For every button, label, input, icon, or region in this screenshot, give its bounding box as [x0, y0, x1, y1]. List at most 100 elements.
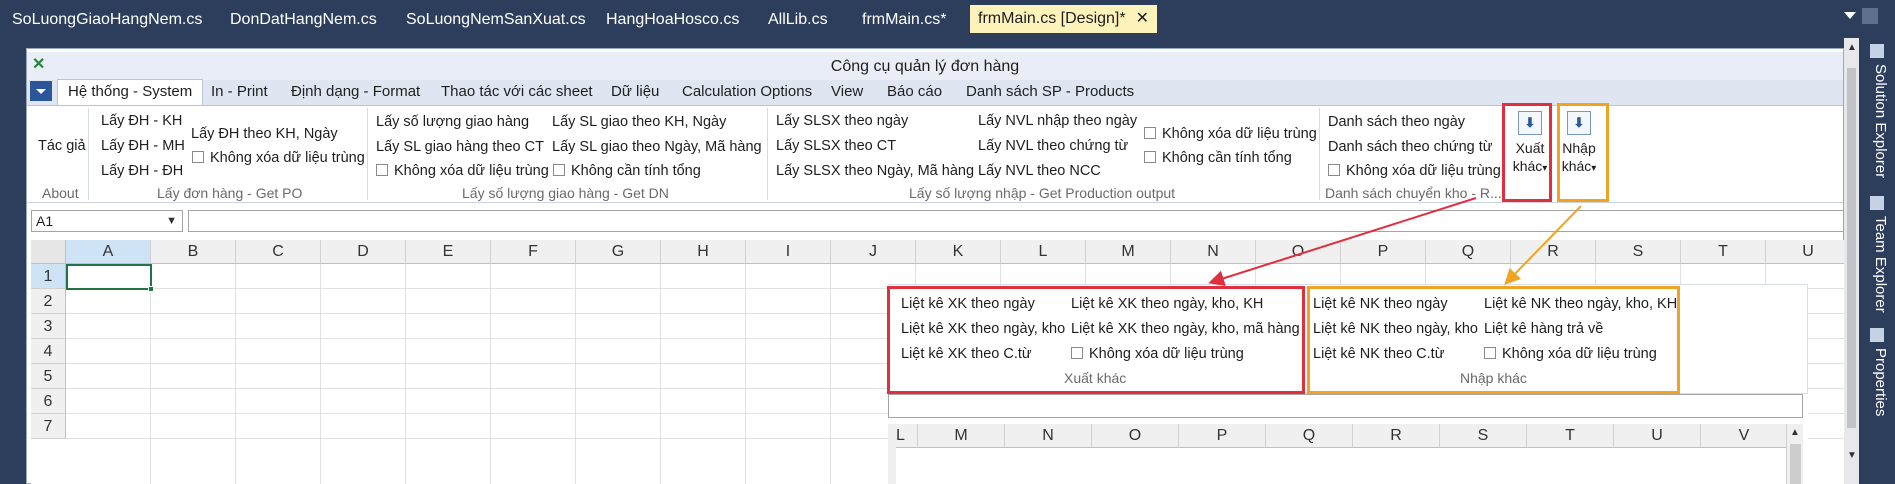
scroll-up-icon[interactable]: ▲	[1790, 427, 1800, 438]
production-khong-xoa-checkbox[interactable]: Không xóa dữ liệu trùng	[1144, 126, 1317, 142]
row-header-3[interactable]: 3	[31, 314, 66, 339]
column-header-n[interactable]: N	[1171, 240, 1256, 264]
chevron-down-icon[interactable]: ▼	[166, 215, 177, 227]
column-header-s[interactable]: S	[1596, 240, 1681, 264]
side-tab-properties[interactable]: Properties	[1867, 328, 1889, 416]
scroll-thumb[interactable]	[1790, 444, 1801, 484]
tab-calculation-options[interactable]: Calculation Options	[682, 83, 812, 100]
designer-vertical-scrollbar[interactable]: ▲ ▼	[1844, 38, 1859, 484]
lay-sl-giao-theo-ngay-ma-hang-button[interactable]: Lấy SL giao theo Ngày, Mã hàng	[552, 139, 762, 155]
column-header-o[interactable]: O	[1256, 240, 1341, 264]
lay-dh-kh-button[interactable]: Lấy ĐH - KH	[101, 113, 182, 129]
tab-danh-sach-sp-products[interactable]: Danh sách SP - Products	[966, 83, 1134, 100]
tab-thao-tac-sheet[interactable]: Thao tác với các sheet	[441, 83, 593, 100]
column-header-i[interactable]: I	[746, 240, 831, 264]
lay-sl-giao-theo-kh-ngay-button[interactable]: Lấy SL giao theo KH, Ngày	[552, 114, 726, 130]
select-all-corner[interactable]	[31, 240, 66, 264]
get-dn-khong-can-tinh-tong-checkbox[interactable]: Không cần tính tổng	[553, 163, 701, 179]
lay-dh-mh-button[interactable]: Lấy ĐH - MH	[101, 138, 185, 154]
row-header-6[interactable]: 6	[31, 389, 66, 414]
zoom-column-header-s[interactable]: S	[1440, 424, 1527, 448]
side-tab-solution-explorer[interactable]: Solution Explorer	[1867, 44, 1889, 178]
scroll-up-icon[interactable]: ▲	[1847, 42, 1857, 53]
lay-sl-giao-hang-theo-ct-button[interactable]: Lấy SL giao hàng theo CT	[376, 139, 544, 155]
zoom-column-header-r[interactable]: R	[1353, 424, 1440, 448]
column-header-e[interactable]: E	[406, 240, 491, 264]
zoom-column-header-p[interactable]: P	[1179, 424, 1266, 448]
checkbox-box[interactable]	[192, 151, 204, 163]
column-header-c[interactable]: C	[236, 240, 321, 264]
checkbox-box[interactable]	[1144, 127, 1156, 139]
get-po-khong-xoa-checkbox[interactable]: Không xóa dữ liệu trùng	[192, 150, 365, 166]
tab-overflow-chevron-down-icon[interactable]	[1844, 12, 1856, 19]
doc-tab-soluonggiaohangnem[interactable]: SoLuongGiaoHangNem.cs	[12, 9, 202, 31]
formula-input[interactable]	[188, 210, 1844, 232]
lay-dh-dh-button[interactable]: Lấy ĐH - ĐH	[101, 163, 183, 179]
doc-tab-frmmain-design[interactable]: frmMain.cs [Design]* ✕	[970, 5, 1157, 33]
tab-in-print[interactable]: In - Print	[211, 83, 268, 100]
zoom-column-header-t[interactable]: T	[1527, 424, 1614, 448]
row-header-4[interactable]: 4	[31, 339, 66, 364]
zoom-column-header-l[interactable]: L	[896, 424, 918, 448]
lay-slsx-theo-ct-button[interactable]: Lấy SLSX theo CT	[776, 138, 896, 154]
column-header-t[interactable]: T	[1681, 240, 1766, 264]
column-header-k[interactable]: K	[916, 240, 1001, 264]
zoom-column-header-n[interactable]: N	[1005, 424, 1092, 448]
column-header-q[interactable]: Q	[1426, 240, 1511, 264]
column-header-p[interactable]: P	[1341, 240, 1426, 264]
tab-bao-cao[interactable]: Báo cáo	[887, 83, 942, 100]
row-header-2[interactable]: 2	[31, 289, 66, 314]
zoom-vertical-scrollbar[interactable]: ▲	[1786, 424, 1803, 484]
lay-dh-theo-kh-ngay-button[interactable]: Lấy ĐH theo KH, Ngày	[191, 126, 338, 142]
tab-he-thong-system[interactable]: Hệ thống - System	[57, 79, 204, 105]
fill-handle[interactable]	[148, 286, 154, 292]
zoom-column-header-q[interactable]: Q	[1266, 424, 1353, 448]
column-header-f[interactable]: F	[491, 240, 576, 264]
column-header-l[interactable]: L	[1001, 240, 1086, 264]
production-khong-can-tinh-tong-checkbox[interactable]: Không cần tính tổng	[1144, 150, 1292, 166]
lay-so-luong-giao-hang-button[interactable]: Lấy số lượng giao hàng	[376, 114, 529, 130]
doc-tab-soluongnemsanxuat[interactable]: SoLuongNemSanXuat.cs	[406, 9, 586, 31]
column-header-j[interactable]: J	[831, 240, 916, 264]
doc-tab-alllib[interactable]: AllLib.cs	[768, 9, 828, 31]
danh-sach-theo-chung-tu-button[interactable]: Danh sách theo chứng từ	[1328, 139, 1493, 155]
lay-nvl-nhap-theo-ngay-button[interactable]: Lấy NVL nhập theo ngày	[978, 113, 1137, 129]
zoom-formula-input[interactable]	[888, 394, 1803, 418]
lay-slsx-theo-ngay-button[interactable]: Lấy SLSX theo ngày	[776, 113, 908, 129]
lay-slsx-theo-ngay-ma-hang-button[interactable]: Lấy SLSX theo Ngày, Mã hàng	[776, 163, 974, 179]
column-header-h[interactable]: H	[661, 240, 746, 264]
zoom-column-header-v[interactable]: V	[1701, 424, 1788, 448]
name-box[interactable]: A1 ▼	[31, 210, 183, 232]
zoom-column-header-o[interactable]: O	[1092, 424, 1179, 448]
column-header-u[interactable]: U	[1766, 240, 1844, 264]
application-menu-button[interactable]	[30, 81, 52, 101]
lay-nvl-theo-ncc-button[interactable]: Lấy NVL theo NCC	[978, 163, 1101, 179]
lay-nvl-theo-chung-tu-button[interactable]: Lấy NVL theo chứng từ	[978, 138, 1128, 154]
get-dn-khong-xoa-checkbox[interactable]: Không xóa dữ liệu trùng	[376, 163, 549, 179]
stock-khong-xoa-checkbox[interactable]: Không xóa dữ liệu trùng	[1328, 163, 1501, 179]
column-header-r[interactable]: R	[1511, 240, 1596, 264]
row-header-5[interactable]: 5	[31, 364, 66, 389]
column-header-m[interactable]: M	[1086, 240, 1171, 264]
doc-tab-hanghoahosco[interactable]: HangHoaHosco.cs	[606, 9, 739, 31]
zoom-column-header-u[interactable]: U	[1614, 424, 1701, 448]
column-header-d[interactable]: D	[321, 240, 406, 264]
checkbox-box[interactable]	[376, 164, 388, 176]
zoom-column-header-m[interactable]: M	[918, 424, 1005, 448]
danh-sach-theo-ngay-button[interactable]: Danh sách theo ngày	[1328, 114, 1465, 130]
side-tab-team-explorer[interactable]: Team Explorer	[1867, 196, 1889, 313]
column-header-b[interactable]: B	[151, 240, 236, 264]
selected-cell-a1[interactable]	[66, 264, 152, 290]
column-header-g[interactable]: G	[576, 240, 661, 264]
tab-dinh-dang-format[interactable]: Định dạng - Format	[291, 83, 420, 100]
row-header-1[interactable]: 1	[31, 264, 66, 289]
scroll-down-icon[interactable]: ▼	[1847, 450, 1857, 461]
tab-view[interactable]: View	[831, 83, 863, 100]
doc-tab-frmmain-code[interactable]: frmMain.cs*	[862, 9, 946, 31]
column-header-a[interactable]: A	[66, 240, 151, 264]
checkbox-box[interactable]	[1144, 151, 1156, 163]
scroll-thumb[interactable]	[1847, 68, 1856, 428]
row-header-7[interactable]: 7	[31, 414, 66, 439]
checkbox-box[interactable]	[1328, 164, 1340, 176]
toolbox-icon[interactable]	[1862, 8, 1878, 24]
